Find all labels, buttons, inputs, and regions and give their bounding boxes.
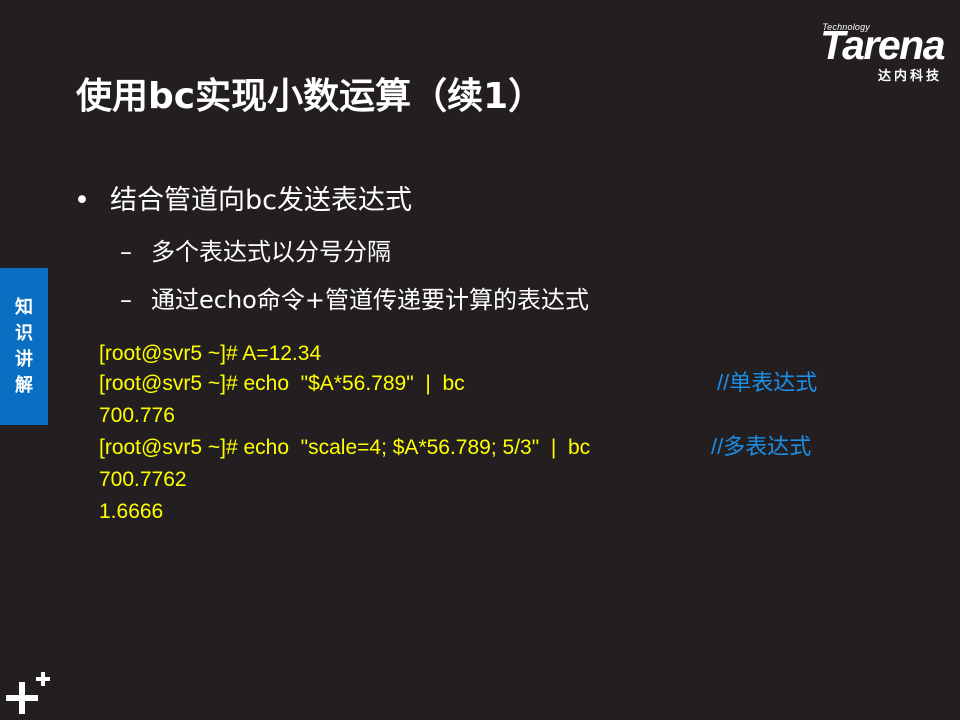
sidebar-tab-knowledge: 知 识 讲 解 [0,268,48,425]
code-line: 1.6666 [99,500,164,523]
code-line: [root@svr5 ~]# echo "scale=4; $A*56.789;… [99,436,591,459]
bullet-sub-text: 通过echo命令+管道传递要计算的表达式 [151,286,589,314]
code-comment: //多表达式 [711,434,812,459]
code-line: [root@svr5 ~]# A=12.34 [99,342,322,365]
sidebar-char: 识 [15,322,33,344]
slide-title: 使用bc实现小数运算（续1） [76,76,545,117]
plus-plus-icon [6,672,50,714]
bullet-sub-item: – 通过echo命令+管道传递要计算的表达式 [120,282,589,318]
bullet-main: • 结合管道向bc发送表达式 [74,181,412,221]
code-line: 700.776 [99,404,175,427]
tarena-logo: Technology Tarena 达内科技 [779,22,945,84]
logo-wordmark: Tarena [820,22,945,68]
bullet-main-text: 结合管道向bc发送表达式 [110,185,412,216]
code-comment: //单表达式 [717,370,818,395]
bullet-sub-item: – 多个表达式以分号分隔 [120,234,391,270]
bullet-sub-text: 多个表达式以分号分隔 [151,238,391,266]
bullet-dash: – [120,286,132,314]
sidebar-char: 知 [15,296,33,318]
sidebar-char: 解 [15,374,33,396]
code-line: 700.7762 [99,468,187,491]
bullet-dot: • [74,185,90,216]
bullet-dash: – [120,238,132,266]
logo-subtitle: 达内科技 [877,69,942,84]
sidebar-char: 讲 [15,348,33,370]
code-line: [root@svr5 ~]# echo "$A*56.789" | bc [99,372,465,395]
